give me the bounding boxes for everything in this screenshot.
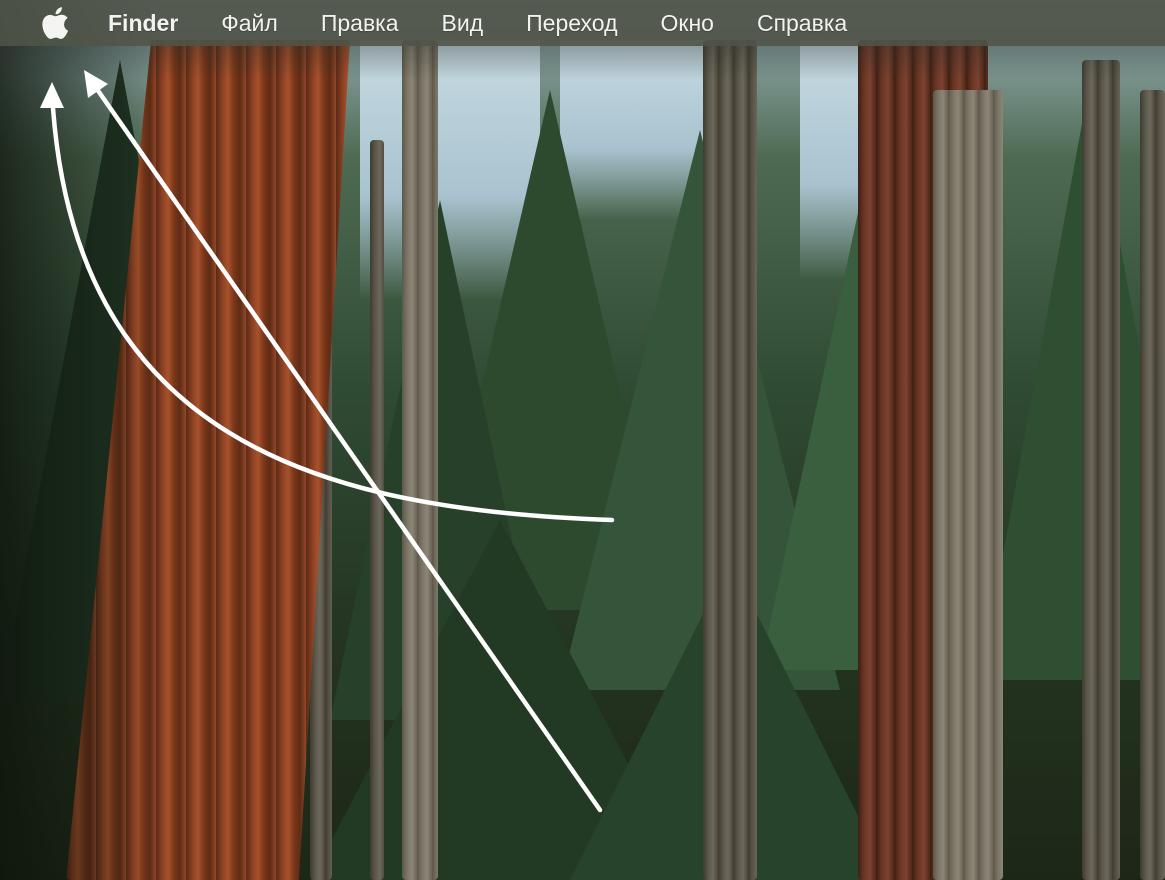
- tree-trunk: [402, 40, 438, 880]
- background-conifer: [980, 80, 1165, 680]
- menu-bar-shadow: [0, 46, 1165, 80]
- menu-go[interactable]: Переход: [526, 0, 617, 46]
- tree-trunk: [370, 140, 384, 880]
- menu-window[interactable]: Окно: [661, 0, 714, 46]
- menu-help[interactable]: Справка: [757, 0, 847, 46]
- menu-file[interactable]: Файл: [221, 0, 278, 46]
- menu-view[interactable]: Вид: [442, 0, 484, 46]
- shadow-overlay: [0, 0, 160, 880]
- desktop-wallpaper: Finder Файл Правка Вид Переход Окно Спра…: [0, 0, 1165, 880]
- menu-edit[interactable]: Правка: [321, 0, 399, 46]
- menu-app-finder[interactable]: Finder: [108, 0, 178, 46]
- tree-trunk: [933, 90, 1003, 880]
- apple-menu-button[interactable]: [40, 7, 70, 39]
- tree-trunk: [1140, 90, 1165, 880]
- apple-logo-icon: [42, 7, 69, 39]
- tree-trunk: [703, 40, 757, 880]
- tree-trunk: [1082, 60, 1120, 880]
- menu-bar: Finder Файл Правка Вид Переход Окно Спра…: [0, 0, 1165, 46]
